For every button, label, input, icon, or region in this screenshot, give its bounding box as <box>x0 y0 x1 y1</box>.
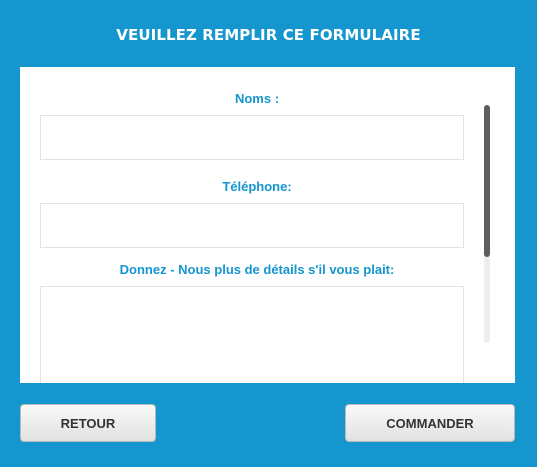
back-button[interactable]: RETOUR <box>20 404 156 442</box>
details-textarea[interactable] <box>40 286 464 383</box>
phone-label: Téléphone: <box>222 179 292 194</box>
phone-input[interactable] <box>40 203 464 248</box>
names-label: Noms : <box>234 91 280 106</box>
page-title: VEUILLEZ REMPLIR CE FORMULAIRE <box>116 26 421 44</box>
form-panel: Noms : Téléphone: Donnez - Nous plus de … <box>20 67 515 383</box>
order-button[interactable]: COMMANDER <box>345 404 515 442</box>
details-label: Donnez - Nous plus de détails s'il vous … <box>119 262 395 277</box>
names-input[interactable] <box>40 115 464 160</box>
scrollbar-thumb[interactable] <box>484 105 490 257</box>
